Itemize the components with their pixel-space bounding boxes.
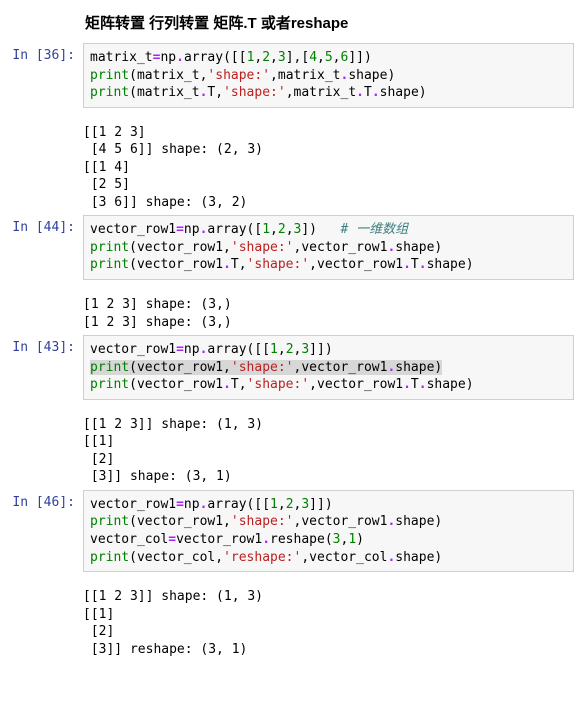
code-input[interactable]: vector_row1=np.array([[1,2,3]]) print(ve… [83, 490, 574, 572]
code-cell: In [44]:vector_row1=np.array([1,2,3]) # … [0, 215, 580, 280]
cell-output: [[1 2 3]] shape: (1, 3) [[1] [2] [3]] re… [0, 584, 580, 658]
input-prompt: In [36]: [0, 43, 83, 108]
cell-output: [[1 2 3] [4 5 6]] shape: (2, 3) [[1 4] [… [0, 120, 580, 212]
input-prompt: In [44]: [0, 215, 83, 280]
code-input[interactable]: vector_row1=np.array([[1,2,3]]) print(ve… [83, 335, 574, 400]
code-cell: In [43]:vector_row1=np.array([[1,2,3]]) … [0, 335, 580, 400]
code-input[interactable]: matrix_t=np.array([[1,2,3],[4,5,6]]) pri… [83, 43, 574, 108]
input-prompt: In [46]: [0, 490, 83, 572]
section-heading: 矩阵转置 行列转置 矩阵.T 或者reshape [0, 0, 580, 39]
code-cell: In [36]:matrix_t=np.array([[1,2,3],[4,5,… [0, 43, 580, 108]
cell-output: [1 2 3] shape: (3,) [1 2 3] shape: (3,) [0, 292, 580, 331]
code-input[interactable]: vector_row1=np.array([1,2,3]) # 一维数组 pri… [83, 215, 574, 280]
input-prompt: In [43]: [0, 335, 83, 400]
cell-output: [[1 2 3]] shape: (1, 3) [[1] [2] [3]] sh… [0, 412, 580, 486]
code-cell: In [46]:vector_row1=np.array([[1,2,3]]) … [0, 490, 580, 572]
